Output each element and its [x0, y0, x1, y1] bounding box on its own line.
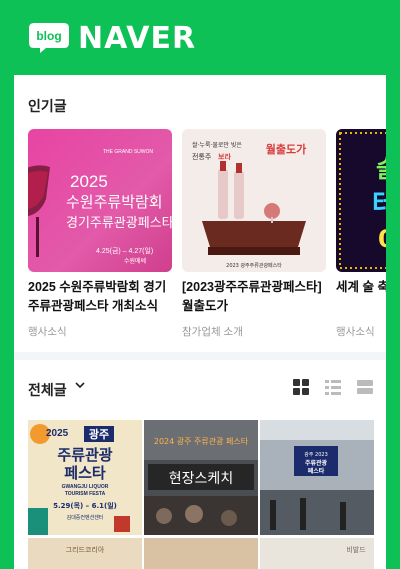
card-category: 행사소식 [336, 326, 375, 338]
main-panel: 인기글 THE GRAND SUWON 2025 수원주류박람회 경기주류관광페… [14, 75, 386, 569]
popular-title: 인기글 [28, 98, 67, 114]
naver-logo[interactable]: NAVER [78, 24, 196, 54]
all-posts-title[interactable]: 전체글 [28, 380, 67, 400]
post-thumbnail[interactable]: 그리드코리아 [28, 538, 142, 569]
post-venue: 김대중컨벤션센터 [67, 514, 104, 521]
post-date: 5.29(목) – 6.1(일) [53, 501, 117, 510]
chevron-down-icon[interactable] [74, 379, 86, 394]
thumb-line2b: 보라 [218, 152, 231, 161]
post-neon: 2024 광주 주류관광 페스타 [154, 436, 249, 446]
post-caption: 현장스케치 [169, 471, 233, 487]
post-thumbnail[interactable]: 광주 2023 주류관광 페스타 [260, 420, 374, 535]
post-city: 광주 [89, 428, 109, 441]
post-eng2: TOURISM FESTA [65, 491, 106, 497]
all-posts-section: 전체글 2025 광주 주류관광 페스타 GWANGJU LIQUOR TOUR… [14, 360, 386, 569]
post-thumbnail[interactable] [144, 538, 258, 569]
card-view-icon[interactable] [356, 378, 374, 396]
card-title[interactable]: 2025 수원주류박람회 경기주류관광페스타 개최소식 [28, 278, 172, 316]
popular-section: 인기글 THE GRAND SUWON 2025 수원주류박람회 경기주류관광페… [14, 75, 386, 352]
post-thumbnail[interactable]: 2024 광주 주류관광 페스타 현장스케치 [144, 420, 258, 535]
post-year: 2025 [46, 428, 69, 439]
post-eng1: GWANGJU LIQUOR [62, 484, 109, 490]
thumb-date: 4.25(금) – 4.27(일) [96, 246, 153, 255]
blog-badge-text: blog [36, 29, 61, 43]
card-thumbnail[interactable]: THE GRAND SUWON 2025 수원주류박람회 경기주류관광페스타 4… [28, 129, 172, 272]
card-thumbnail[interactable]: 술 테 0 [336, 129, 386, 272]
post-line2: 페스타 [64, 464, 106, 482]
post-thumbnail[interactable]: 비발드 [260, 538, 374, 569]
thumb-big2: 테 [372, 187, 386, 220]
grid-view-icon[interactable] [292, 378, 310, 396]
thumb-line1: 수원주류박람회 [66, 193, 163, 211]
thumb-year: 2025 [70, 172, 108, 191]
blog-badge-icon[interactable]: blog [28, 22, 70, 54]
popular-card[interactable]: 쌀·누룩·물로만 빚은 전통주 보라 월출도가 2023 광주주류관광페스타 [… [182, 129, 326, 339]
list-view-icon[interactable] [324, 378, 342, 396]
thumb-big1: 술 [376, 155, 386, 183]
view-toggle [292, 378, 374, 396]
card-category: 참가업체 소개 [182, 326, 243, 338]
post-grid-row2: 그리드코리아 비발드 [28, 538, 374, 569]
thumb-small-top: THE GRAND SUWON [103, 149, 153, 155]
post-banner2: 주류관광 [305, 459, 328, 467]
thumb-big3: 0 [378, 225, 386, 253]
thumb-line2a: 전통주 [192, 152, 212, 161]
thumb-footer: 2023 광주주류관광페스타 [226, 262, 282, 269]
post-banner1: 광주 2023 [304, 451, 328, 458]
card-thumbnail[interactable]: 쌀·누룩·물로만 빚은 전통주 보라 월출도가 2023 광주주류관광페스타 [182, 129, 326, 272]
post-row2-text: 그리드코리아 [66, 545, 105, 554]
card-title[interactable]: [2023광주주류관광페스타] 월출도가 [182, 278, 326, 316]
thumb-line1: 쌀·누룩·물로만 빚은 [192, 141, 242, 149]
thumb-line2: 경기주류관광페스타 [66, 216, 172, 231]
post-thumbnail[interactable]: 2025 광주 주류관광 페스타 GWANGJU LIQUOR TOURISM … [28, 420, 142, 535]
thumb-venue: 수원메쎄 [124, 257, 146, 265]
post-banner3: 페스타 [308, 467, 325, 475]
popular-card[interactable]: THE GRAND SUWON 2025 수원주류박람회 경기주류관광페스타 4… [28, 129, 172, 339]
card-title[interactable]: 세계 술 축제 사케노진일 [336, 278, 386, 316]
popular-card[interactable]: 술 테 0 세계 술 축제 사케노진일 행사소식 [336, 129, 386, 339]
post-row2-text: 비발드 [346, 545, 366, 554]
header: blog NAVER [0, 0, 400, 75]
post-grid: 2025 광주 주류관광 페스타 GWANGJU LIQUOR TOURISM … [28, 420, 374, 535]
thumb-brand: 월출도가 [266, 142, 306, 156]
post-line1: 주류관광 [57, 446, 112, 464]
card-category: 행사소식 [28, 326, 67, 338]
